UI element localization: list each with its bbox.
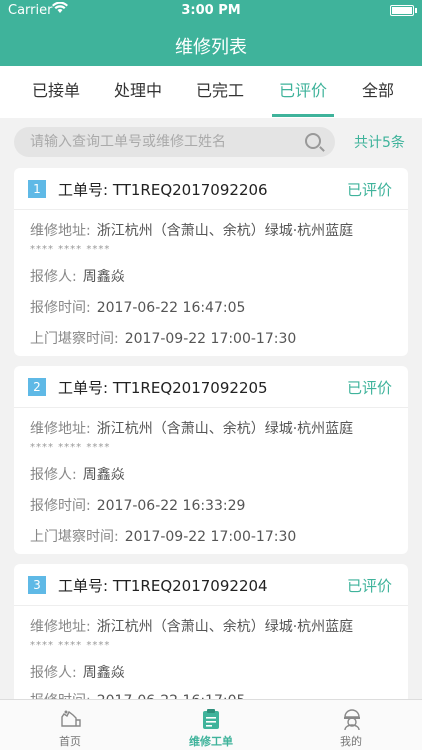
tabbar-item-home[interactable]: 首页 <box>20 700 120 750</box>
report-time-label: 报修时间: <box>30 498 91 514</box>
reporter-row: 报修人: 周鑫焱 <box>30 662 125 682</box>
status-badge: 已评价 <box>346 577 392 595</box>
address-extra: **** **** **** <box>30 442 111 453</box>
report-time-value: 2017-06-22 16:33:29 <box>96 498 246 514</box>
search-icon[interactable] <box>305 133 321 149</box>
home-icon <box>60 708 81 728</box>
report-time-row: 报修时间: 2017-06-22 16:33:29 <box>30 495 245 515</box>
address-row: 维修地址: 浙江杭州（含萧山、余杭）绿城·杭州蓝庭 <box>30 418 353 438</box>
search-input[interactable] <box>30 127 300 157</box>
visit-time-value: 2017-09-22 17:00-17:30 <box>124 331 297 347</box>
card-header: 3 工单号: TT1REQ2017092204 已评价 <box>14 564 408 606</box>
card-header: 1 工单号: TT1REQ2017092206 已评价 <box>14 168 408 210</box>
order-number: 工单号: TT1REQ2017092204 <box>58 577 268 595</box>
reporter-label: 报修人: <box>30 269 77 285</box>
status-tabs: 已接单 处理中 已完工 已评价 全部 <box>0 66 422 118</box>
address-label: 维修地址: <box>30 421 91 437</box>
tab-all[interactable]: 全部 <box>336 66 420 118</box>
reporter-label: 报修人: <box>30 665 77 681</box>
tabbar-label-mine: 我的 <box>340 735 362 748</box>
reporter-value: 周鑫焱 <box>82 467 125 483</box>
order-number: 工单号: TT1REQ2017092206 <box>58 181 268 199</box>
order-number: 工单号: TT1REQ2017092205 <box>58 379 268 397</box>
tabbar-item-mine[interactable]: 我的 <box>301 700 401 750</box>
index-badge: 1 <box>28 180 46 198</box>
tabbar-label-home: 首页 <box>59 735 81 748</box>
visit-time-row: 上门堪察时间: 2017-09-22 17:00-17:30 <box>30 526 296 546</box>
address-extra: **** **** **** <box>30 244 111 255</box>
index-badge: 3 <box>28 576 46 594</box>
work-order-card[interactable]: 2 工单号: TT1REQ2017092205 已评价 维修地址: 浙江杭州（含萧… <box>14 366 408 554</box>
address-label: 维修地址: <box>30 223 91 239</box>
visit-time-value: 2017-09-22 17:00-17:30 <box>124 529 297 545</box>
address-value: 浙江杭州（含萧山、余杭）绿城·杭州蓝庭 <box>96 619 354 635</box>
nav-header: Carrier 3:00 PM 维修列表 <box>0 0 422 66</box>
address-row: 维修地址: 浙江杭州（含萧山、余杭）绿城·杭州蓝庭 <box>30 220 353 240</box>
tabbar-item-orders[interactable]: 维修工单 <box>161 700 261 750</box>
report-time-value: 2017-06-22 16:47:05 <box>96 300 246 316</box>
reporter-value: 周鑫焱 <box>82 665 125 681</box>
clipboard-icon <box>201 708 221 729</box>
address-extra: **** **** **** <box>30 640 111 651</box>
tab-accepted[interactable]: 已接单 <box>14 66 98 118</box>
address-value: 浙江杭州（含萧山、余杭）绿城·杭州蓝庭 <box>96 421 354 437</box>
card-header: 2 工单号: TT1REQ2017092205 已评价 <box>14 366 408 408</box>
work-order-card[interactable]: 1 工单号: TT1REQ2017092206 已评价 维修地址: 浙江杭州（含萧… <box>14 168 408 356</box>
address-value: 浙江杭州（含萧山、余杭）绿城·杭州蓝庭 <box>96 223 354 239</box>
visit-time-label: 上门堪察时间: <box>30 331 119 347</box>
visit-time-row: 上门堪察时间: 2017-09-22 17:00-17:30 <box>30 328 296 348</box>
address-row: 维修地址: 浙江杭州（含萧山、余杭）绿城·杭州蓝庭 <box>30 616 353 636</box>
worker-icon <box>341 708 361 731</box>
tab-completed[interactable]: 已完工 <box>178 66 262 118</box>
status-bar: Carrier 3:00 PM <box>0 0 422 22</box>
clock: 3:00 PM <box>181 3 241 18</box>
visit-time-label: 上门堪察时间: <box>30 529 119 545</box>
reporter-row: 报修人: 周鑫焱 <box>30 464 125 484</box>
search-box <box>14 127 335 157</box>
reporter-row: 报修人: 周鑫焱 <box>30 266 125 286</box>
report-time-label: 报修时间: <box>30 300 91 316</box>
active-tab-indicator <box>272 114 334 117</box>
tab-evaluated[interactable]: 已评价 <box>261 66 345 118</box>
tab-processing[interactable]: 处理中 <box>96 66 180 118</box>
index-badge: 2 <box>28 378 46 396</box>
total-count: 共计5条 <box>354 135 405 151</box>
status-badge: 已评价 <box>346 379 392 397</box>
battery-icon <box>390 5 414 16</box>
reporter-value: 周鑫焱 <box>82 269 125 285</box>
work-order-card[interactable]: 3 工单号: TT1REQ2017092204 已评价 维修地址: 浙江杭州（含萧… <box>14 564 408 709</box>
bottom-tab-bar: 首页 维修工单 我的 <box>0 699 422 750</box>
report-time-row: 报修时间: 2017-06-22 16:47:05 <box>30 297 245 317</box>
address-label: 维修地址: <box>30 619 91 635</box>
reporter-label: 报修人: <box>30 467 77 483</box>
status-badge: 已评价 <box>346 181 392 199</box>
tabbar-label-orders: 维修工单 <box>189 735 233 748</box>
battery-cap <box>415 8 417 13</box>
page-title: 维修列表 <box>175 37 247 58</box>
search-row: 共计5条 <box>0 118 422 166</box>
